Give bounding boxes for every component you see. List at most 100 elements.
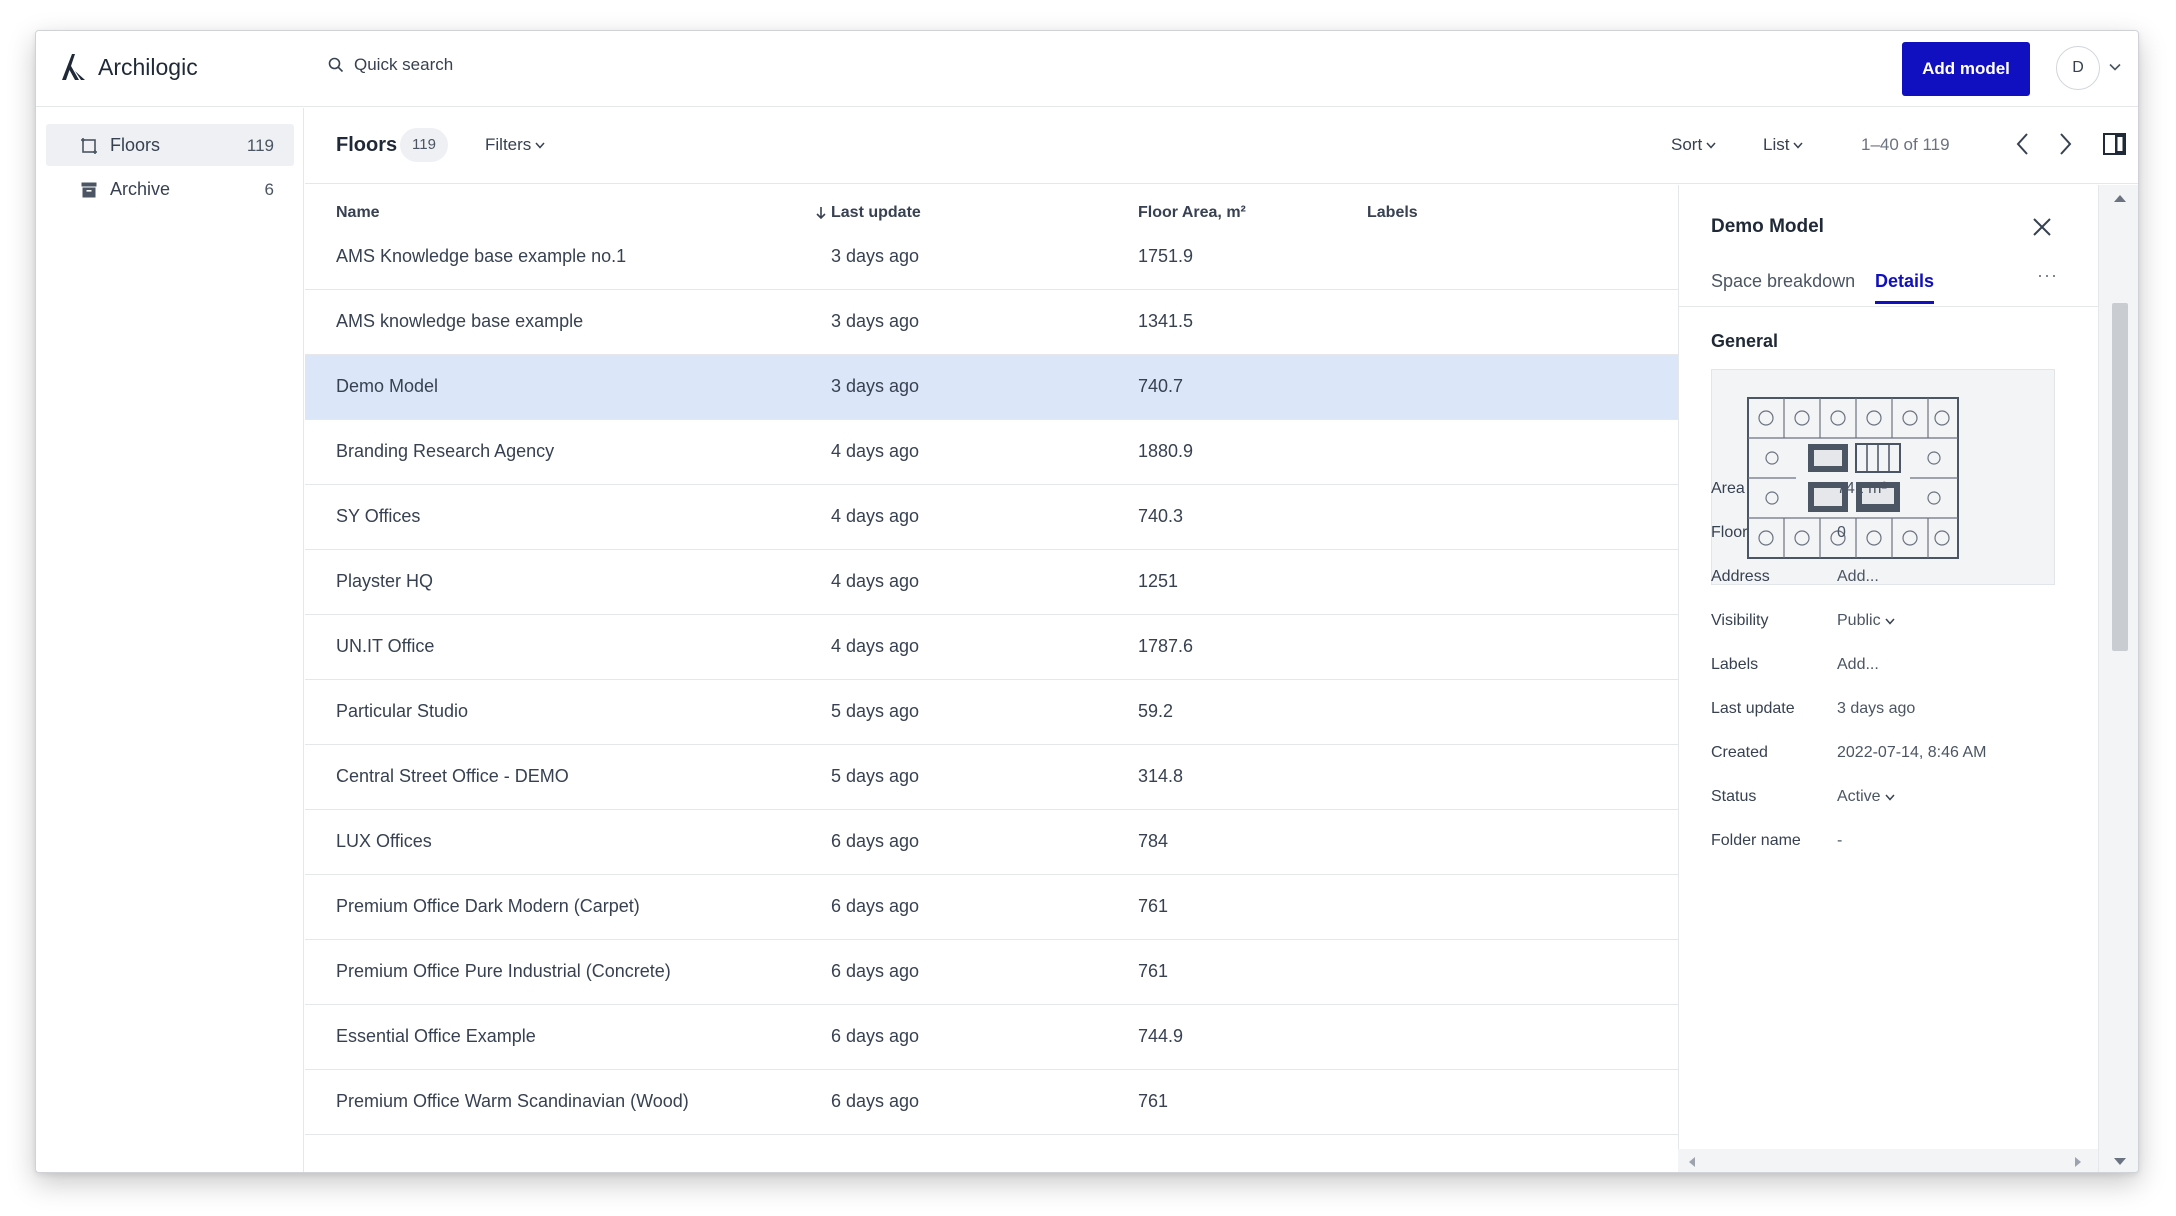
field-value[interactable]: 2022-07-14, 8:46 AM (1837, 744, 1986, 762)
cell-last-update: 6 days ago (831, 1091, 920, 1111)
cell-last-update: 3 days ago (831, 376, 920, 396)
field-value[interactable]: Add... (1837, 568, 1879, 586)
chevron-down-icon[interactable] (2109, 63, 2121, 71)
chevron-right-icon[interactable] (2055, 130, 2075, 158)
table-row[interactable]: Premium Office Dark Modern (Carpet) 6 day… (305, 875, 1678, 940)
chevron-down-icon (1793, 142, 1804, 149)
count-badge: 119 (400, 128, 448, 162)
field-label: Address (1711, 568, 1770, 585)
floor-plan-image (1747, 397, 1959, 559)
field-label: Created (1711, 744, 1768, 761)
filters-dropdown[interactable]: Filters (485, 135, 545, 155)
field-value[interactable]: - (1837, 832, 1842, 850)
tab-details[interactable]: Details (1875, 271, 1935, 304)
view-label: List (1763, 135, 1790, 154)
field-value[interactable]: 741 m² (1837, 480, 1887, 498)
table-row[interactable]: Playster HQ 4 days ago 1251 (305, 550, 1678, 615)
chevron-down-icon (1885, 618, 1895, 625)
chevron-down-icon (1706, 142, 1716, 149)
quick-search-label: Quick search (354, 55, 454, 74)
table-row[interactable]: AMS Knowledge base example no.1 3 days ag… (305, 225, 1678, 290)
field-value[interactable]: Active (1837, 788, 1895, 806)
cell-floor-area: 1751.9 (1138, 246, 1194, 266)
scrollbar-thumb[interactable] (2112, 303, 2128, 651)
scroll-left-icon[interactable] (1688, 1156, 1696, 1168)
cell-last-update: 4 days ago (831, 441, 920, 461)
list-toolbar: Floors 119 Filters Sort List 1–40 of 119 (305, 108, 2138, 184)
cell-last-update: 4 days ago (831, 506, 920, 526)
table-row[interactable]: UN.IT Office 4 days ago 1787.6 (305, 615, 1678, 680)
add-model-button[interactable]: Add model (1902, 42, 2030, 96)
panel-toggle-icon[interactable] (2102, 130, 2128, 158)
field-value-text: 2022-07-14, 8:46 AM (1837, 744, 1987, 761)
table-row[interactable]: Premium Office Pure Industrial (Concrete… (305, 940, 1678, 1005)
field-value[interactable]: Add... (1837, 656, 1879, 674)
table-row[interactable]: Central Street Office - DEMO 5 days ago 31… (305, 745, 1678, 810)
cell-name: Demo Model (336, 376, 439, 396)
tab-space-breakdown[interactable]: Space breakdown (1711, 271, 1855, 292)
table-row[interactable]: Branding Research Agency 4 days ago 1880.9 (305, 420, 1678, 485)
sidebar-item-count: 6 (264, 180, 274, 199)
scroll-down-icon[interactable] (2113, 1157, 2127, 1167)
archilogic-logo-icon (62, 54, 85, 80)
scroll-up-icon[interactable] (2113, 193, 2127, 203)
filters-label: Filters (485, 135, 532, 154)
field-value-text: 741 m² (1837, 480, 1887, 497)
sidebar-item-archive[interactable]: Archive 6 (46, 168, 294, 210)
details-tabs: Demo Model Space breakdown Details ··· (1679, 185, 2098, 307)
chevron-left-icon[interactable] (2013, 130, 2033, 158)
sidebar-item-count: 119 (246, 136, 274, 155)
close-icon[interactable] (2032, 217, 2052, 237)
cell-name: SY Offices (336, 506, 421, 526)
field-value[interactable]: 0 (1837, 524, 1846, 542)
vertical-scrollbar[interactable] (2098, 185, 2138, 1172)
cell-name: LUX Offices (336, 831, 432, 851)
horizontal-scrollbar[interactable] (1678, 1149, 2098, 1172)
cell-last-update: 4 days ago (831, 571, 920, 591)
avatar[interactable]: D (2056, 46, 2100, 90)
field-value[interactable]: 3 days ago (1837, 700, 1915, 718)
table-row[interactable]: Essential Office Example 6 days ago 744.9 (305, 1005, 1678, 1070)
chevron-down-icon (1885, 794, 1895, 801)
cell-name: UN.IT Office (336, 636, 435, 656)
sort-dropdown[interactable]: Sort (1671, 135, 1716, 155)
pagination-range: 1–40 of 119 (1861, 135, 1950, 154)
column-header-floor-area[interactable]: Floor Area, m² (1138, 204, 1246, 222)
sidebar-item-floors[interactable]: Floors 119 (46, 124, 294, 166)
quick-search[interactable]: Quick search (328, 55, 453, 75)
column-header-last-update[interactable]: Last update (831, 204, 921, 222)
logo[interactable]: Archilogic (58, 51, 198, 83)
field-value-text: 0 (1837, 524, 1846, 541)
table-row[interactable]: SY Offices 4 days ago 740.3 (305, 485, 1678, 550)
page-title: Floors (336, 134, 398, 156)
table-row[interactable]: LUX Offices 6 days ago 784 (305, 810, 1678, 875)
chevron-down-icon (535, 142, 545, 149)
table-row[interactable]: Premium Office Warm Scandinavian (Wood) 6… (305, 1070, 1678, 1135)
floors-table: Name Last update Floor Area, m² Labels A… (305, 185, 1678, 1172)
cell-floor-area: 1880.9 (1138, 441, 1194, 461)
cell-last-update: 5 days ago (831, 701, 920, 721)
cell-floor-area: 1341.5 (1138, 311, 1194, 331)
field-label: Status (1711, 788, 1757, 805)
column-header-name[interactable]: Name (336, 204, 380, 222)
scroll-right-icon[interactable] (2074, 1156, 2082, 1168)
cell-last-update: 6 days ago (831, 831, 920, 851)
column-header-labels[interactable]: Labels (1367, 204, 1418, 222)
field-value-text: Active (1837, 788, 1881, 805)
table-row[interactable]: AMS knowledge base example 3 days ago 1341… (305, 290, 1678, 355)
more-options-icon[interactable]: ··· (2037, 265, 2058, 286)
table-row[interactable]: Particular Studio 5 days ago 59.2 (305, 680, 1678, 745)
cell-last-update: 5 days ago (831, 766, 920, 786)
details-title: Demo Model (1711, 216, 1824, 237)
field-value-text: Public (1837, 612, 1881, 629)
cell-name: AMS knowledge base example (336, 311, 584, 331)
cell-floor-area: 314.8 (1138, 766, 1184, 786)
table-row[interactable]: Demo Model 3 days ago 740.7 (305, 355, 1678, 420)
field-value[interactable]: Public (1837, 612, 1895, 630)
sort-arrow-down-icon (816, 207, 826, 220)
cell-floor-area: 1251 (1138, 571, 1179, 591)
sort-label: Sort (1671, 135, 1703, 154)
cell-last-update: 3 days ago (831, 246, 920, 266)
cell-last-update: 6 days ago (831, 1026, 920, 1046)
view-dropdown[interactable]: List (1763, 135, 1804, 155)
